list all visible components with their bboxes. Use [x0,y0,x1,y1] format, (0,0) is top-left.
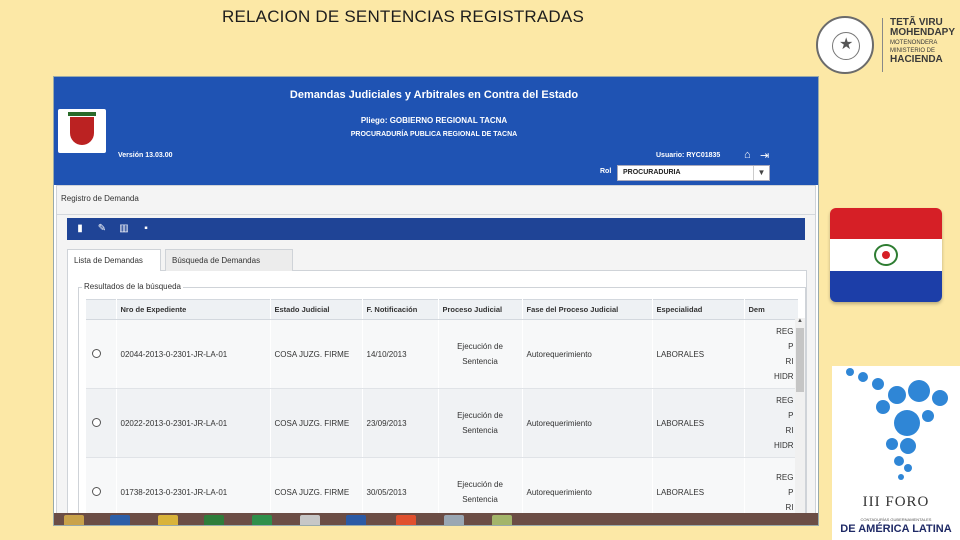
version-label: Versión 13.03.00 [118,152,173,159]
cell-dem: REG P RI HIDR [744,388,799,458]
embedded-screenshot: Demandas Judiciales y Arbitrales en Cont… [53,76,819,526]
excel-icon[interactable] [204,515,224,525]
app-icon[interactable] [158,515,178,525]
panel-title: Registro de Demanda [61,194,139,203]
logo-line-5: HACIENDA [890,54,943,65]
regional-emblem-icon [58,109,106,153]
header-select [86,299,117,320]
cell-expediente: 02044-2013-0-2301-JR-LA-01 [116,319,271,389]
national-seal-icon: ★ [816,16,874,74]
app-header: Demandas Judiciales y Arbitrales en Cont… [54,77,818,185]
table-row[interactable]: 02044-2013-0-2301-JR-LA-01 COSA JUZG. FI… [86,319,799,389]
edit-pencil-icon[interactable]: ✎ [95,222,109,236]
header-dem[interactable]: Dem [744,299,799,320]
dem-line: HIDR [773,441,794,450]
dem-line: RI [785,357,794,366]
dem-line: P [788,411,794,420]
dem-line: REG [776,327,794,336]
ministerio-hacienda-logo: ★ TETÃ VIRU MOHENDAPY MOTENONDERA MINIST… [816,16,956,76]
cell-fase: Autorequerimiento [522,319,653,389]
rol-label: Rol [600,168,612,175]
new-document-icon[interactable]: ▮ [73,222,87,236]
slide-title: RELACION DE SENTENCIAS REGISTRADAS [222,7,584,26]
foro-subtitle: CONTADURÍAS GUBERNAMENTALES [860,517,932,522]
dem-line: HIDR [773,372,794,381]
cell-estado: COSA JUZG. FIRME [270,319,363,389]
results-area: Resultados de la búsqueda Nro de Expedie… [67,271,807,525]
pliego-label: Pliego: GOBIERNO REGIONAL TACNA [360,116,508,125]
cell-proceso: Ejecución de Sentencia [438,388,523,458]
app-icon-3[interactable] [492,515,512,525]
scroll-up-icon[interactable]: ▲ [795,318,805,327]
logo-line-3: MOTENONDERA [890,40,938,46]
tab-busqueda-demandas[interactable]: Búsqueda de Demandas [165,249,293,271]
cell-dem: REG P RI HIDR [744,319,799,389]
cell-proceso: Ejecución de Sentencia [438,319,523,389]
app-title: Demandas Judiciales y Arbitrales en Cont… [289,89,579,101]
home-icon[interactable]: ⌂ [744,149,756,161]
header-estado[interactable]: Estado Judicial [270,299,363,320]
header-expediente[interactable]: Nro de Expediente [116,299,271,320]
rol-select[interactable]: PROCURADURIA ▼ [617,165,770,181]
cell-fecha: 14/10/2013 [362,319,439,389]
logout-icon[interactable]: ⇥ [760,149,772,162]
iii-foro-logo: III FORO CONTADURÍAS GUBERNAMENTALES DE … [832,366,960,540]
app-icon-2[interactable] [444,515,464,525]
project-icon[interactable] [252,515,272,525]
dem-line: REG [776,472,794,482]
user-label: Usuario: RYC01835 [656,152,721,159]
row-radio[interactable] [92,486,101,496]
header-fecha[interactable]: F. Notificación [362,299,439,320]
cell-expediente: 02022-2013-0-2301-JR-LA-01 [116,388,271,458]
rol-select-value: PROCURADURIA [623,169,681,176]
demandas-table: Nro de Expediente Estado Judicial F. Not… [86,299,799,525]
folder-icon[interactable] [64,515,84,525]
foro-title: III FORO [862,494,930,510]
dem-line: RI [785,426,794,435]
dem-line: P [788,487,794,497]
registro-panel: Registro de Demanda ▮ ✎ ▥ ▪ Lista de Dem… [56,185,816,525]
table-header-row: Nro de Expediente Estado Judicial F. Not… [86,299,799,320]
save-icon[interactable]: ▪ [139,222,153,236]
chevron-down-icon[interactable]: ▼ [753,166,769,180]
action-toolbar: ▮ ✎ ▥ ▪ [67,218,805,240]
header-fase[interactable]: Fase del Proceso Judicial [522,299,653,320]
dem-line: REG [776,396,794,405]
cell-estado: COSA JUZG. FIRME [270,388,363,458]
cell-especialidad: LABORALES [652,388,745,458]
dem-line: P [788,342,794,351]
row-radio[interactable] [92,417,101,427]
tab-bar: Lista de Demandas Búsqueda de Demandas [67,249,807,272]
paraguay-flag-icon [830,208,942,302]
foro-subtitle-2: DE AMÉRICA LATINA [840,523,952,535]
outlook-icon[interactable] [110,515,130,525]
cell-especialidad: LABORALES [652,319,745,389]
scrollbar-thumb[interactable] [796,328,804,392]
tab-lista-demandas[interactable]: Lista de Demandas [67,249,161,272]
windows-taskbar [54,513,818,525]
results-title: Resultados de la búsqueda [82,282,183,291]
row-radio[interactable] [92,348,101,358]
cell-fase: Autorequerimiento [522,388,653,458]
header-proceso[interactable]: Proceso Judicial [438,299,523,320]
tool-icon[interactable] [300,515,320,525]
cell-fecha: 23/09/2013 [362,388,439,458]
procuraduria-label: PROCURADURÍA PUBLICA REGIONAL DE TACNA [350,131,518,138]
logo-line-2: MOHENDAPY [890,27,956,38]
table-row[interactable]: 02022-2013-0-2301-JR-LA-01 COSA JUZG. FI… [86,388,799,458]
table-scrollbar[interactable]: ▲ [795,318,805,525]
chrome-icon[interactable] [396,515,416,525]
word-icon[interactable] [346,515,366,525]
header-especialidad[interactable]: Especialidad [652,299,745,320]
trash-icon[interactable]: ▥ [117,222,131,236]
